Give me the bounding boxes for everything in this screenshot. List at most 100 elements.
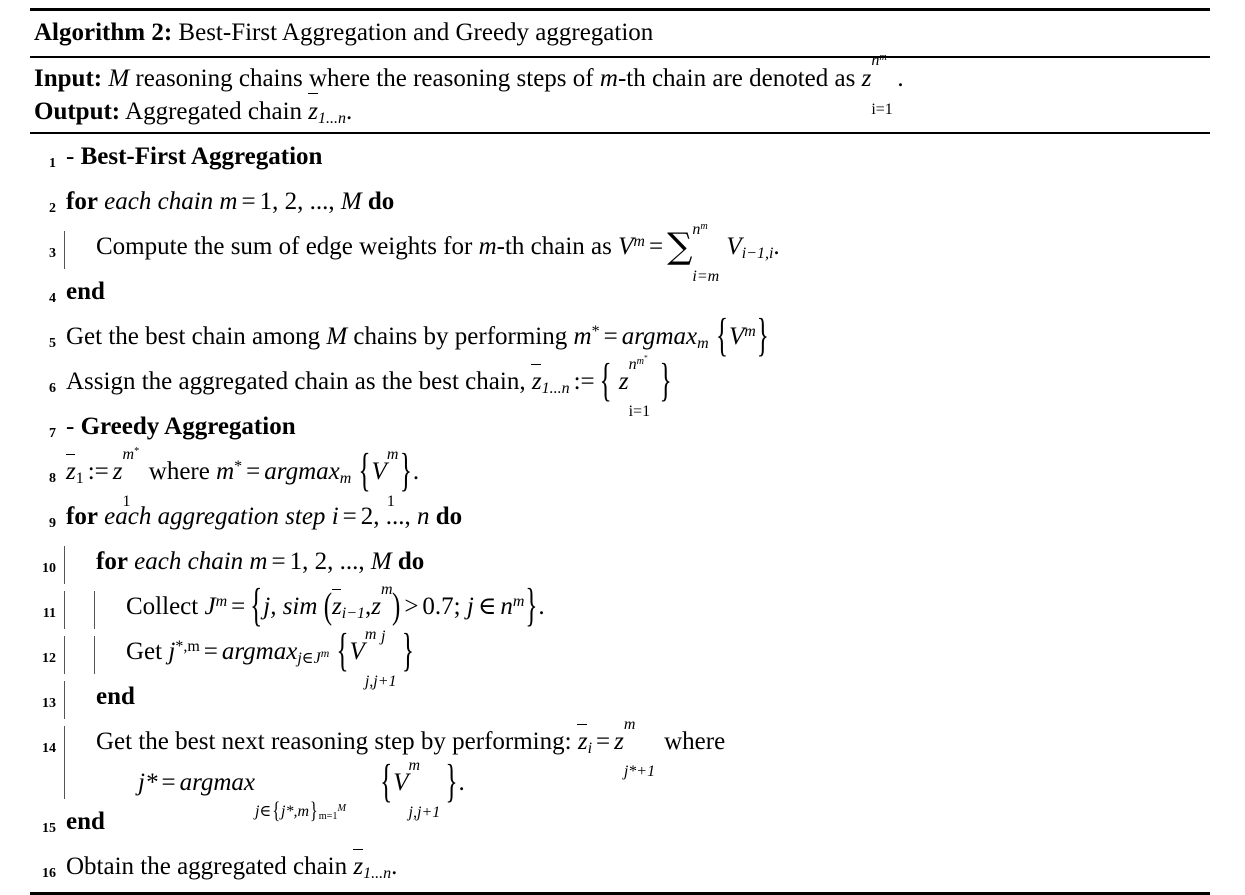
keyword-for: for [66,503,98,530]
greedy-init-formula: z1:= z m* 1 [65,445,140,511]
algorithm-line: 11 Collect Jm = {j, sim (zi−1,z m j) >0.7; j ∈… [30,581,1210,646]
line-number: 7 [49,426,56,441]
step-text-a: Get the best chain among [66,323,321,350]
indent-guide [64,231,86,269]
indent-guide [64,591,86,629]
algorithm-line: 9 for each aggregation step i = 2, ..., n … [30,497,1210,542]
edge-weight-formula: Vm = ∑ nm i=m Vi−1,i [618,220,774,286]
output-period: . [346,98,353,125]
line-content: for each aggregation step i = 2, ..., n do [56,501,462,532]
keyword-for: for [66,188,98,215]
line-number: 3 [49,246,56,261]
line-number: 5 [49,336,56,351]
line-content: Compute the sum of edge weights for m-th… [86,220,780,286]
line-number: 13 [42,696,56,711]
equals: = [241,188,256,215]
line-number: 10 [42,561,56,576]
loop-bound: n [417,503,430,530]
indent-guide [94,591,116,629]
section-dash: - [66,143,75,170]
algorithm-line: 2 for each chain m = 1, 2, ..., M do [30,182,1210,227]
where-text: where [148,458,210,485]
keyword-do: do [435,503,463,530]
input-var-m: m [599,65,618,92]
keyword-for: for [96,548,128,575]
where-text: where [664,728,726,755]
var-M: M [326,323,348,350]
line-content: Obtain the aggregated chain z1...n. [56,848,398,882]
output-line: Output: Aggregated chain z1...n. [34,92,1210,128]
algorithm-line: 6 Assign the aggregated chain as the bes… [30,352,1210,421]
loop-range: 1, 2, ..., [289,548,365,575]
output-text: Aggregated chain [125,98,303,125]
algorithm-line: 1 - Best-First Aggregation [30,137,1210,182]
line-number: 9 [49,516,56,531]
line-number: 14 [42,741,56,756]
period: . [412,458,420,485]
io-block: Input: M reasoning chains where the reas… [30,51,1210,130]
input-label: Input: [34,65,103,92]
line-number: 4 [49,291,56,306]
line-content: Get the best next reasoning step by perf… [86,716,726,824]
equals: = [271,548,286,575]
input-expr-z: z nm i=1 [861,51,893,119]
loop-var: i [331,503,339,530]
algorithm-line: 10 for each chain m = 1, 2, ..., M do [30,542,1210,587]
loop-range: 1, 2, ..., [259,188,335,215]
loop-var: m [219,188,238,215]
line-number: 15 [42,821,56,836]
loop-range: 2, ..., [360,503,411,530]
line-number: 8 [49,471,56,486]
line-content: Get the best chain among M chains by per… [56,311,770,362]
algorithm-line: 7 - Greedy Aggregation [30,407,1210,452]
input-line: Input: M reasoning chains where the reas… [34,51,1210,119]
period: . [391,853,398,880]
var-m: m [478,233,497,260]
input-period: . [897,65,904,92]
indent-guide [64,546,86,584]
collect-formula: Jm = {j, sim (zi−1,z m j) >0.7; j ∈ nm} [204,581,538,646]
step-text-b: chains by performing [353,323,568,350]
step-text-b: -th chain as [496,233,612,260]
summation-icon: ∑ [667,226,693,268]
line-content: for each chain m = 1, 2, ..., M do [56,186,394,217]
equals: = [342,503,357,530]
output-label: Output: [34,98,121,125]
indent-guide [64,681,86,719]
line-content: - Greedy Aggregation [56,411,296,442]
line-number: 6 [49,381,56,396]
next-step-formula: zi = z m j*+1 [577,716,656,781]
line-number: 1 [49,156,56,171]
section-title: Greedy Aggregation [80,413,296,440]
input-var-M: M [108,65,130,92]
algorithm-line: 5 Get the best chain among M chains by p… [30,311,1210,362]
algorithm-block: Algorithm 2: Best-First Aggregation and … [30,8,1210,895]
loop-var: m [249,548,268,575]
argmax-formula: m* = argmaxm {Vm} [573,311,769,362]
loop-description: each chain [104,188,214,215]
input-text-b: -th chain are denoted as [617,65,856,92]
line-number: 2 [49,201,56,216]
argmax-formula: m* = argmaxm {V m 1} [216,446,412,511]
algorithm-line: 15 end [30,802,1210,847]
algorithm-line: 3 Compute the sum of edge weights for m-… [30,220,1210,286]
line-number: 12 [42,651,56,666]
get-j-formula: j*,m = argmaxj∈Jm {V m j,j+1} [168,626,414,691]
period: . [773,233,780,260]
line-content: - Best-First Aggregation [56,141,322,172]
output-expr: z1...n [307,92,346,127]
keyword-end: end [66,278,105,305]
line-number: 11 [42,606,56,621]
indent-guide [94,636,116,674]
algorithm-line: 8 z1:= z m* 1 where m* = argmaxm {V m 1}. [30,445,1210,511]
algorithm-body: 1 - Best-First Aggregation 2 for each ch… [30,134,1210,892]
indent-guide [64,726,86,799]
line-content: z1:= z m* 1 where m* = argmaxm {V m 1}. [56,445,420,511]
line-content: end [56,276,105,307]
algorithm-line: 14 Get the best next reasoning step by p… [30,716,1210,824]
keyword-do: do [397,548,425,575]
line-content: end [86,681,135,712]
loop-description: each chain [134,548,244,575]
step-text-a: Compute the sum of edge weights for [96,233,473,260]
assign-best-formula: z1...n:={ z nm* i=1} [531,352,672,421]
